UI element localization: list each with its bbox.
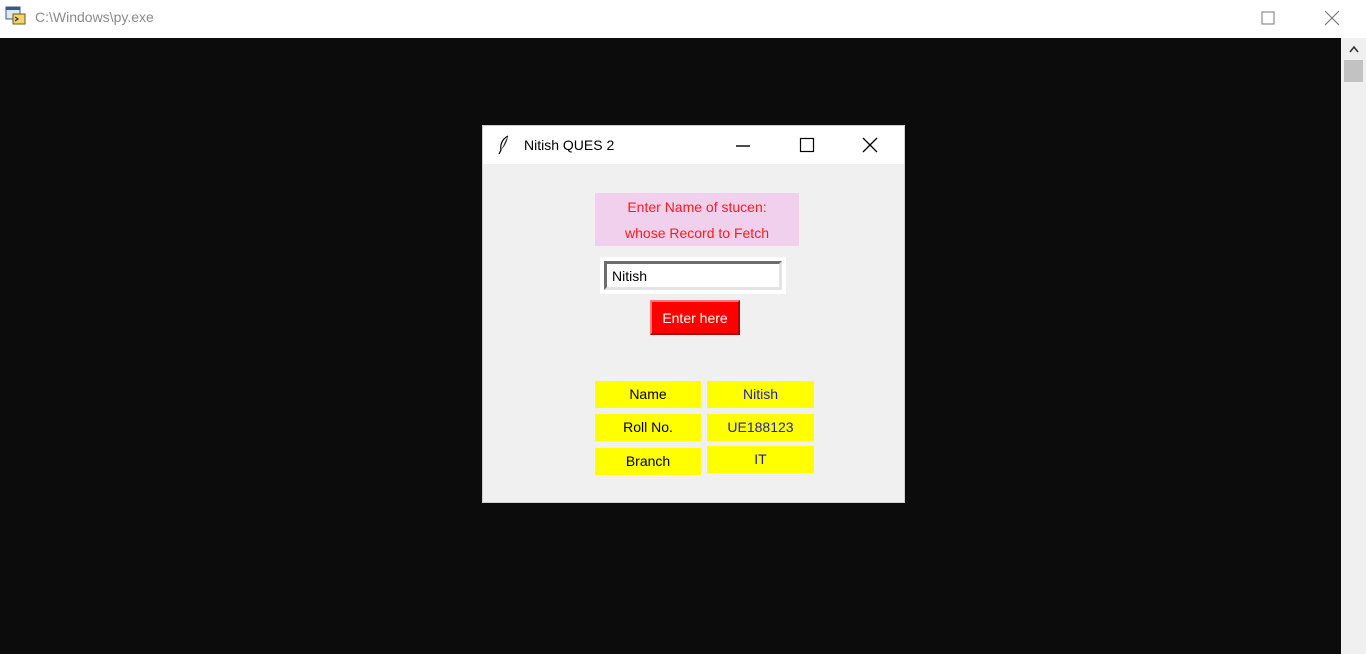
prompt-line-1: Enter Name of stucen: — [627, 199, 767, 215]
vertical-scrollbar[interactable] — [1341, 38, 1366, 654]
enter-button[interactable]: Enter here — [650, 300, 740, 335]
chevron-up-icon[interactable] — [1341, 40, 1366, 58]
maximize-icon[interactable] — [1258, 8, 1278, 28]
record-value-roll: UE188123 — [707, 414, 814, 441]
close-icon[interactable] — [860, 135, 880, 155]
record-label-roll: Roll No. — [595, 414, 701, 441]
record-label-branch: Branch — [595, 448, 701, 475]
prompt-label: Enter Name of stucen: whose Record to Fe… — [595, 193, 799, 246]
prompt-line-2: whose Record to Fetch — [625, 225, 769, 241]
console-titlebar: C:\Windows\py.exe — [0, 0, 1366, 38]
record-value-branch: IT — [707, 446, 814, 473]
record-label-name: Name — [595, 381, 701, 408]
console-title: C:\Windows\py.exe — [35, 9, 154, 25]
window-title: Nitish QUES 2 — [524, 137, 615, 153]
student-name-input[interactable] — [604, 261, 782, 290]
tk-dialog-window: Nitish QUES 2 Enter Name of stucen: whos… — [483, 126, 904, 502]
close-icon[interactable] — [1320, 6, 1344, 30]
scroll-thumb[interactable] — [1344, 60, 1363, 82]
minimize-icon[interactable] — [733, 135, 753, 155]
record-value-name: Nitish — [707, 381, 814, 408]
tk-titlebar: Nitish QUES 2 — [483, 126, 904, 164]
feather-icon — [497, 135, 511, 155]
maximize-icon[interactable] — [797, 135, 817, 155]
name-entry-frame — [600, 257, 786, 294]
python-console-icon — [5, 6, 27, 26]
